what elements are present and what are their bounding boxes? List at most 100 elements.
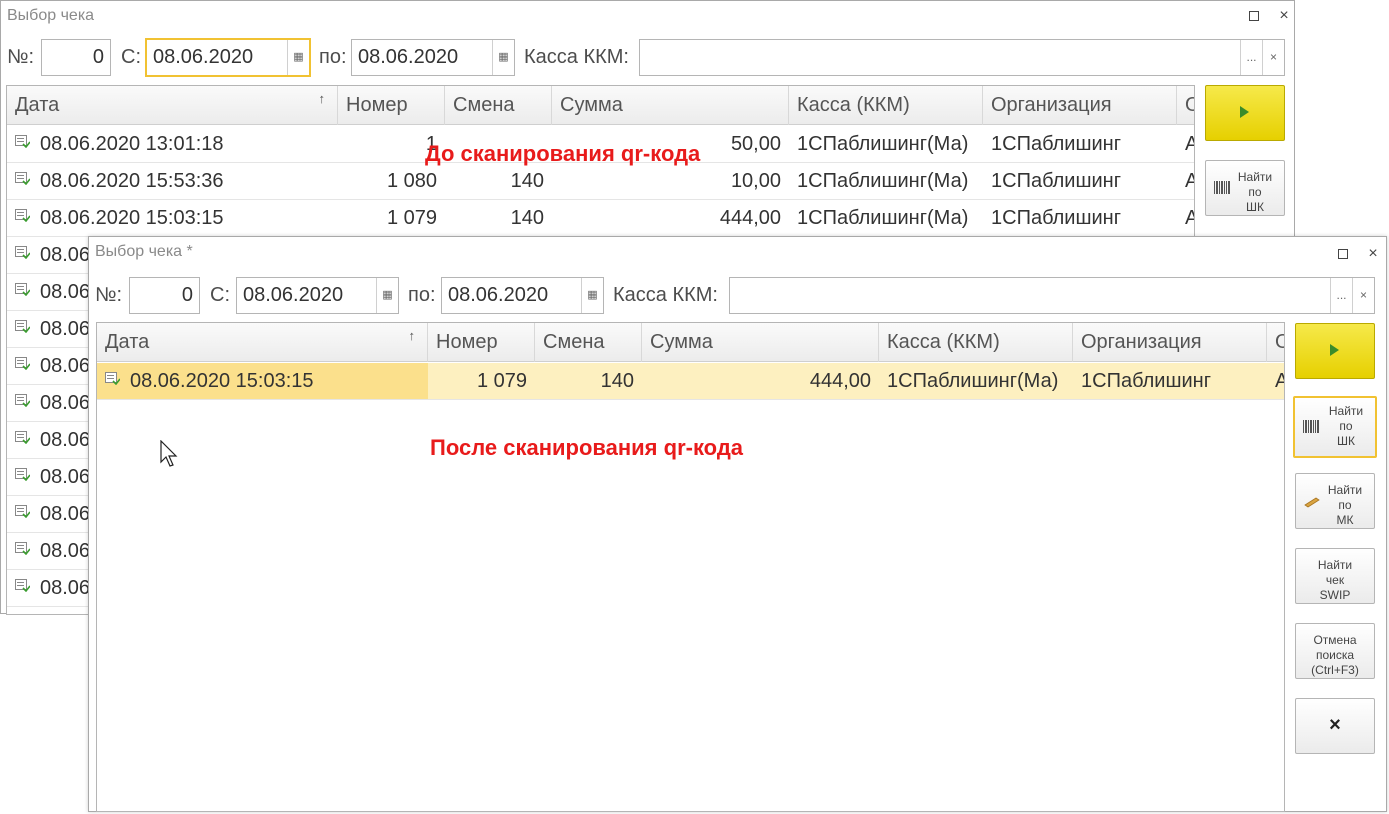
date-from-field[interactable]: 08.06.2020 ▦ [236,277,399,314]
clear-icon[interactable]: × [1262,40,1284,75]
table-row[interactable]: 08.06.2020 15:53:36 1 080 140 10,00 1СПа… [7,163,1194,200]
column-header-number[interactable]: Номер [338,86,445,125]
cell-number: 1 079 [386,207,437,229]
find-swip-button[interactable]: Найти чек SWIP [1295,548,1375,604]
calendar-icon[interactable]: ▦ [287,40,309,75]
date-to-label: по: [319,46,347,68]
column-header-extra[interactable]: О [1177,86,1194,125]
sort-asc-icon: ↑ [318,91,326,106]
stamp-icon [1304,497,1320,508]
number-label: №: [7,46,35,68]
cell-number: 1 080 [386,170,437,192]
select-play-button[interactable] [1205,85,1285,141]
receipt-icon [15,505,30,518]
receipt-icon [15,468,30,481]
annotation-after: После сканирования qr-кода [430,435,744,460]
cell-kassa: 1СПаблишинг(Ма) [797,133,969,155]
cell-shift: 140 [600,370,634,392]
cell-extra: А [1177,163,1194,199]
receipt-icon [15,357,30,370]
table-header: Дата ↑ Номер Смена Сумма Касса (ККМ) Орга… [7,86,1194,125]
date-to-label: по: [408,284,436,306]
date-from-label: С: [210,284,230,306]
close-button[interactable]: × [1295,698,1375,754]
cell-number: 1 079 [476,370,527,392]
clear-icon[interactable]: × [1352,278,1374,313]
cell-extra: А [1267,363,1284,399]
column-header-extra[interactable]: О [1267,323,1284,362]
column-header-date[interactable]: Дата ↑ [97,323,428,362]
receipt-icon [15,135,30,148]
kassa-label: Касса ККМ: [613,284,718,306]
select-button[interactable]: ... [1240,40,1262,75]
date-from-field[interactable]: 08.06.2020 ▦ [145,38,311,77]
cell-shift: 140 [510,207,544,229]
select-play-button[interactable] [1295,323,1375,379]
cell-date: 08.06.2020 15:53:36 [40,170,224,192]
column-header-sum[interactable]: Сумма [552,86,789,125]
front-window: Выбор чека * × №: 0 С: 08.06.2020 ▦ по: … [88,236,1387,812]
annotation-before: До сканирования qr-кода [425,141,701,166]
date-to-field[interactable]: 08.06.2020 ▦ [441,277,604,314]
find-by-barcode-button[interactable]: Найти по ШК [1205,160,1285,216]
cell-kassa: 1СПаблишинг(Ма) [797,170,969,192]
receipt-icon [15,579,30,592]
select-button[interactable]: ... [1330,278,1352,313]
table-row-selected[interactable]: 08.06.2020 15:03:15 1 079 140 444,00 1СП… [97,363,1284,400]
calendar-icon[interactable]: ▦ [376,278,398,313]
column-header-org[interactable]: Организация [1073,323,1267,362]
cell-kassa: 1СПаблишинг(Ма) [797,207,969,229]
cell-shift: 140 [510,170,544,192]
receipt-icon [15,209,30,222]
column-header-shift[interactable]: Смена [445,86,552,125]
barcode-icon [1303,420,1319,433]
cell-kassa: 1СПаблишинг(Ма) [887,370,1059,392]
number-label: №: [95,284,123,306]
receipts-table: Дата ↑ Номер Смена Сумма Касса (ККМ) Орга… [96,322,1285,812]
close-icon[interactable]: × [1275,7,1293,25]
column-header-kassa[interactable]: Касса (ККМ) [879,323,1073,362]
column-header-kassa[interactable]: Касса (ККМ) [789,86,983,125]
cell-org: 1СПаблишинг [1081,370,1212,392]
receipt-icon [105,372,120,385]
receipt-icon [15,542,30,555]
cell-org: 1СПаблишинг [991,133,1122,155]
mouse-cursor-icon [160,440,178,467]
play-icon [1240,106,1249,118]
cell-date: 08.06.2020 15:03:15 [40,207,224,229]
number-field[interactable]: 0 [129,277,200,314]
receipt-icon [15,394,30,407]
receipt-icon [15,246,30,259]
cell-sum: 444,00 [719,207,781,229]
kassa-field[interactable]: ... × [729,277,1375,314]
cell-org: 1СПаблишинг [991,207,1122,229]
calendar-icon[interactable]: ▦ [581,278,603,313]
window-title: Выбор чека * [95,243,193,260]
receipt-icon [15,431,30,444]
sort-asc-icon: ↑ [408,328,416,343]
maximize-icon[interactable] [1245,7,1263,25]
column-header-org[interactable]: Организация [983,86,1177,125]
date-to-field[interactable]: 08.06.2020 ▦ [351,39,515,76]
maximize-icon[interactable] [1334,245,1352,263]
column-header-date[interactable]: Дата ↑ [7,86,338,125]
table-header: Дата ↑ Номер Смена Сумма Касса (ККМ) Орга… [97,323,1284,362]
receipt-icon [15,283,30,296]
cell-sum: 10,00 [730,170,781,192]
find-by-barcode-button[interactable]: Найти по ШК [1293,396,1377,458]
cell-extra: А [1177,200,1194,236]
cell-sum: 444,00 [809,370,871,392]
column-header-sum[interactable]: Сумма [642,323,879,362]
number-field[interactable]: 0 [41,39,111,76]
calendar-icon[interactable]: ▦ [492,40,514,75]
column-header-shift[interactable]: Смена [535,323,642,362]
receipt-icon [15,172,30,185]
table-row[interactable]: 08.06.2020 15:03:15 1 079 140 444,00 1СП… [7,200,1194,237]
find-by-mk-button[interactable]: Найти по МК [1295,473,1375,529]
close-icon[interactable]: × [1364,245,1382,263]
kassa-field[interactable]: ... × [639,39,1285,76]
cancel-search-button[interactable]: Отмена поиска (Ctrl+F3) [1295,623,1375,679]
kassa-label: Касса ККМ: [524,46,629,68]
window-title: Выбор чека [7,7,95,24]
column-header-number[interactable]: Номер [428,323,535,362]
